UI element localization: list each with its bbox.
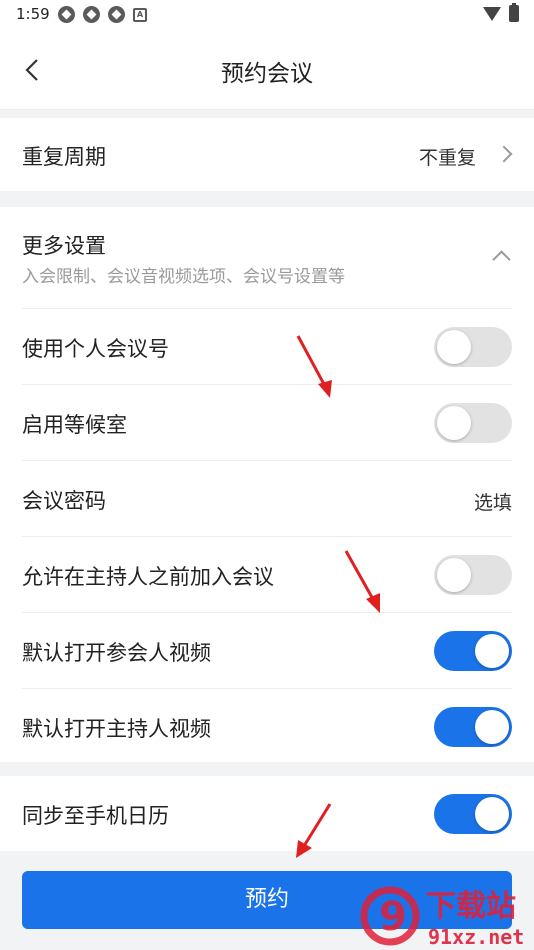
chevron-right-icon <box>495 145 513 163</box>
personal-meeting-id-toggle[interactable] <box>434 327 512 367</box>
toggle-knob <box>475 797 509 831</box>
more-settings-card: 更多设置 入会限制、会议音视频选项、会议号设置等 使用个人会议号 启用等候室 会… <box>0 207 534 762</box>
more-settings-header[interactable]: 更多设置 入会限制、会议音视频选项、会议号设置等 <box>22 207 512 309</box>
repeat-card: 重复周期 不重复 <box>0 118 534 191</box>
status-bar: 1:59 A <box>0 0 534 30</box>
status-notification-icons: A <box>58 6 147 23</box>
toggle-knob <box>437 406 471 440</box>
wifi-icon <box>483 7 501 21</box>
setting-row: 默认打开主持人视频 <box>22 689 512 762</box>
more-settings-subtitle: 入会限制、会议音视频选项、会议号设置等 <box>22 267 345 287</box>
setting-label: 默认打开参会人视频 <box>22 641 211 665</box>
host-video-toggle[interactable] <box>434 707 512 747</box>
app-notification-icon <box>108 6 125 23</box>
setting-label: 会议密码 <box>22 489 106 513</box>
toggle-knob <box>437 558 471 592</box>
nav-bar: 预约会议 <box>0 30 534 110</box>
annotation-arrow <box>296 803 332 858</box>
setting-label: 允许在主持人之前加入会议 <box>22 565 274 589</box>
calendar-label: 同步至手机日历 <box>22 804 169 828</box>
annotation-arrow <box>344 550 380 613</box>
setting-label: 启用等候室 <box>22 413 127 437</box>
toggle-knob <box>475 710 509 744</box>
toggle-knob <box>437 330 471 364</box>
setting-label: 使用个人会议号 <box>22 337 169 361</box>
app-notification-icon <box>58 6 75 23</box>
svg-text:下载站: 下载站 <box>426 889 516 924</box>
chevron-up-icon[interactable] <box>492 250 511 269</box>
battery-icon <box>509 3 519 22</box>
join-before-host-toggle[interactable] <box>434 555 512 595</box>
svg-text:91xz.net: 91xz.net <box>428 925 524 949</box>
repeat-row[interactable]: 重复周期 不重复 <box>22 118 513 191</box>
status-time: 1:59 <box>16 5 50 23</box>
calendar-card: 同步至手机日历 <box>0 776 534 851</box>
participant-video-toggle[interactable] <box>434 631 512 671</box>
calendar-sync-toggle[interactable] <box>434 794 512 834</box>
setting-row: 默认打开参会人视频 <box>22 613 512 689</box>
repeat-label: 重复周期 <box>22 145 106 169</box>
password-value[interactable]: 选填 <box>474 488 512 515</box>
setting-row: 允许在主持人之前加入会议 <box>22 537 512 613</box>
setting-label: 默认打开主持人视频 <box>22 717 211 741</box>
calendar-row: 同步至手机日历 <box>22 776 512 851</box>
setting-row: 使用个人会议号 <box>22 309 512 385</box>
more-settings-title: 更多设置 <box>22 234 106 258</box>
annotation-arrow <box>296 335 332 398</box>
svg-text:9: 9 <box>379 894 407 940</box>
setting-row: 启用等候室 <box>22 385 512 461</box>
setting-row[interactable]: 会议密码 选填 <box>22 461 512 537</box>
toggle-knob <box>475 634 509 668</box>
waiting-room-toggle[interactable] <box>434 403 512 443</box>
page-title: 预约会议 <box>221 61 313 87</box>
repeat-value: 不重复 <box>418 147 476 169</box>
site-watermark-logo: 9 下载站 91xz.net <box>360 886 524 949</box>
a-badge-icon: A <box>133 8 147 22</box>
app-notification-icon <box>83 6 100 23</box>
